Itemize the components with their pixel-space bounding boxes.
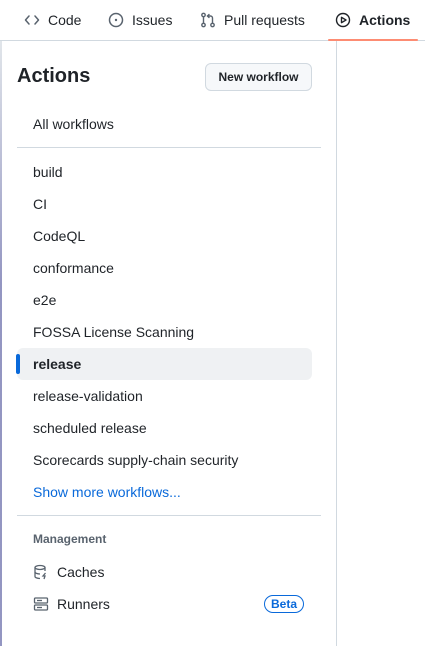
workflow-item[interactable]: conformance bbox=[17, 252, 312, 284]
tab-issues[interactable]: Issues bbox=[108, 0, 172, 40]
code-icon bbox=[24, 15, 40, 25]
new-workflow-button[interactable]: New workflow bbox=[205, 63, 312, 91]
workflow-item[interactable]: e2e bbox=[17, 284, 312, 316]
active-indicator bbox=[16, 354, 20, 374]
workflow-label: CodeQL bbox=[33, 228, 86, 244]
tab-actions[interactable]: Actions bbox=[335, 0, 410, 40]
show-more-workflows-link[interactable]: Show more workflows... bbox=[17, 476, 312, 508]
sidebar-item-label: All workflows bbox=[33, 116, 114, 132]
workflow-label: build bbox=[33, 164, 63, 180]
workflow-item[interactable]: CodeQL bbox=[17, 220, 312, 252]
workflow-label: CI bbox=[33, 196, 47, 212]
workflow-item[interactable]: FOSSA License Scanning bbox=[17, 316, 312, 348]
workflow-item[interactable]: scheduled release bbox=[17, 412, 312, 444]
tab-pull-requests-label: Pull requests bbox=[224, 12, 305, 28]
sidebar-divider bbox=[336, 41, 337, 646]
sidebar-item-label: Caches bbox=[57, 564, 105, 580]
issue-opened-icon bbox=[108, 12, 124, 28]
workflow-item[interactable]: build bbox=[17, 156, 312, 188]
page-title: Actions bbox=[17, 65, 91, 87]
server-icon bbox=[33, 597, 49, 611]
beta-badge: Beta bbox=[263, 595, 304, 613]
workflow-item[interactable]: Scorecards supply-chain security bbox=[17, 444, 312, 476]
sidebar-item-runners[interactable]: Runners Beta bbox=[17, 588, 312, 620]
database-icon bbox=[34, 564, 46, 580]
workflow-label: scheduled release bbox=[33, 420, 147, 436]
play-icon bbox=[335, 12, 351, 28]
sidebar-item-caches[interactable]: Caches bbox=[17, 556, 312, 588]
tab-code[interactable]: Code bbox=[24, 0, 81, 40]
repo-nav: Code Issues Pull requests Actions bbox=[0, 0, 425, 41]
sidebar-item-all-workflows[interactable]: All workflows bbox=[17, 108, 312, 140]
page-edge bbox=[0, 41, 2, 646]
divider bbox=[17, 515, 321, 516]
show-more-label: Show more workflows... bbox=[33, 484, 181, 500]
selected-tab-underline bbox=[328, 39, 418, 41]
tab-code-label: Code bbox=[48, 12, 82, 28]
tab-issues-label: Issues bbox=[132, 12, 173, 28]
divider bbox=[17, 147, 321, 148]
workflow-label: e2e bbox=[33, 292, 57, 308]
workflow-item[interactable]: CI bbox=[17, 188, 312, 220]
tab-actions-label: Actions bbox=[359, 12, 411, 28]
sidebar-item-label: Runners bbox=[57, 596, 110, 612]
workflow-item-active[interactable]: release bbox=[16, 348, 312, 380]
workflow-item[interactable]: release-validation bbox=[17, 380, 312, 412]
git-pull-request-icon bbox=[201, 12, 215, 28]
workflow-label: FOSSA License Scanning bbox=[33, 324, 195, 340]
workflow-label: Scorecards supply-chain security bbox=[33, 452, 239, 468]
management-header: Management bbox=[33, 532, 107, 546]
workflow-label: conformance bbox=[33, 260, 114, 276]
tab-pull-requests[interactable]: Pull requests bbox=[200, 0, 305, 40]
workflow-label: release bbox=[33, 356, 82, 372]
workflow-label: release-validation bbox=[33, 388, 143, 404]
